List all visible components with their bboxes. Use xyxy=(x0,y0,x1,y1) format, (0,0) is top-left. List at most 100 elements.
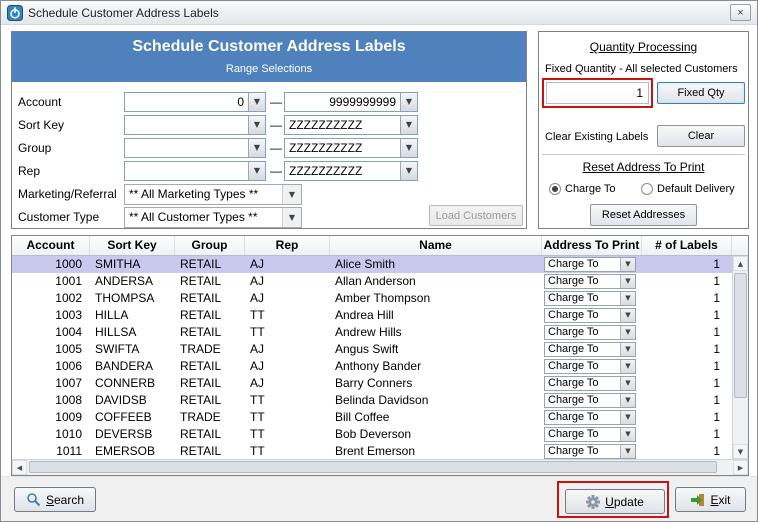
dropdown-arrow-icon[interactable]: ▼ xyxy=(620,292,635,305)
address-to-print-combo[interactable]: Charge To ▼ xyxy=(544,342,636,357)
address-to-print-combo[interactable]: Charge To ▼ xyxy=(544,308,636,323)
range-from-combo[interactable]: ▼ xyxy=(124,161,266,181)
search-button[interactable]: Search xyxy=(14,487,96,512)
address-to-print-combo[interactable]: Charge To ▼ xyxy=(544,376,636,391)
combo-value[interactable]: 0 xyxy=(125,93,248,111)
table-row[interactable]: 1006 BANDERA RETAIL AJ Anthony Bander Charge … xyxy=(12,358,732,375)
customer-type-combo[interactable]: ** All Customer Types ** ▼ xyxy=(124,207,302,228)
dropdown-arrow-icon[interactable]: ▼ xyxy=(248,116,265,134)
range-to-combo[interactable]: ZZZZZZZZZZ ▼ xyxy=(284,161,418,181)
close-button[interactable]: × xyxy=(730,4,751,21)
marketing-combo[interactable]: ** All Marketing Types ** ▼ xyxy=(124,184,302,205)
title-bar[interactable]: Schedule Customer Address Labels × xyxy=(1,1,757,25)
cell-labels: 1 xyxy=(713,410,720,424)
horizontal-scroll-thumb[interactable] xyxy=(29,461,717,473)
fixed-quantity-input[interactable] xyxy=(546,82,649,104)
vertical-scroll-thumb[interactable] xyxy=(734,273,747,398)
dropdown-arrow-icon[interactable]: ▼ xyxy=(620,360,635,373)
table-row[interactable]: 1002 THOMPSA RETAIL AJ Amber Thompson Charge … xyxy=(12,290,732,307)
cell-group: RETAIL xyxy=(180,291,222,305)
address-to-print-combo[interactable]: Charge To ▼ xyxy=(544,325,636,340)
radio-charge-to[interactable] xyxy=(549,183,561,195)
dropdown-arrow-icon[interactable]: ▼ xyxy=(620,326,635,339)
column-header[interactable]: Address To Print xyxy=(542,236,642,255)
address-to-print-combo[interactable]: Charge To ▼ xyxy=(544,427,636,442)
dropdown-arrow-icon[interactable]: ▼ xyxy=(620,309,635,322)
cell-name: Belinda Davidson xyxy=(335,393,429,407)
cell-rep: AJ xyxy=(250,376,265,390)
address-to-print-combo[interactable]: Charge To ▼ xyxy=(544,257,636,272)
dropdown-arrow-icon[interactable]: ▼ xyxy=(620,275,635,288)
update-button[interactable]: Update xyxy=(565,489,665,514)
combo-value[interactable]: ZZZZZZZZZZ xyxy=(285,116,400,134)
address-to-print-combo[interactable]: Charge To ▼ xyxy=(544,444,636,459)
table-row[interactable]: 1011 EMERSOB RETAIL TT Brent Emerson Charge T… xyxy=(12,443,732,459)
scroll-down-icon[interactable]: ▼ xyxy=(733,444,748,459)
table-row[interactable]: 1009 COFFEEB TRADE TT Bill Coffee Charge To ▼ 1 xyxy=(12,409,732,426)
range-from-combo[interactable]: 0 ▼ xyxy=(124,92,266,112)
dropdown-arrow-icon[interactable]: ▼ xyxy=(282,185,301,204)
dropdown-arrow-icon[interactable]: ▼ xyxy=(620,428,635,441)
table-row[interactable]: 1000 SMITHA RETAIL AJ Alice Smith Charge To ▼ 1 xyxy=(12,256,732,273)
column-header[interactable]: Rep xyxy=(245,236,330,255)
clear-button[interactable]: Clear xyxy=(657,125,745,147)
combo-value[interactable]: ZZZZZZZZZZ xyxy=(285,139,400,157)
dropdown-arrow-icon[interactable]: ▼ xyxy=(620,343,635,356)
combo-value[interactable]: 9999999999 xyxy=(285,93,400,111)
dropdown-arrow-icon[interactable]: ▼ xyxy=(620,394,635,407)
combo-value[interactable] xyxy=(125,139,248,157)
column-header[interactable]: Sort Key xyxy=(90,236,175,255)
table-row[interactable]: 1005 SWIFTA TRADE AJ Angus Swift Charge To ▼ 1 xyxy=(12,341,732,358)
exit-button[interactable]: Exit xyxy=(675,487,746,512)
table-row[interactable]: 1010 DEVERSB RETAIL TT Bob Deverson Charge To… xyxy=(12,426,732,443)
range-to-combo[interactable]: ZZZZZZZZZZ ▼ xyxy=(284,115,418,135)
dropdown-arrow-icon[interactable]: ▼ xyxy=(400,116,417,134)
scroll-up-icon[interactable]: ▲ xyxy=(733,256,748,271)
range-to-combo[interactable]: ZZZZZZZZZZ ▼ xyxy=(284,138,418,158)
search-icon xyxy=(26,492,41,507)
combo-value[interactable]: ** All Customer Types ** xyxy=(125,208,282,227)
range-from-combo[interactable]: ▼ xyxy=(124,115,266,135)
combo-value[interactable] xyxy=(125,116,248,134)
column-header[interactable]: Group xyxy=(175,236,245,255)
range-to-combo[interactable]: 9999999999 ▼ xyxy=(284,92,418,112)
dropdown-arrow-icon[interactable]: ▼ xyxy=(620,445,635,458)
dropdown-arrow-icon[interactable]: ▼ xyxy=(620,377,635,390)
dropdown-arrow-icon[interactable]: ▼ xyxy=(620,411,635,424)
horizontal-scrollbar[interactable]: ◀ ▶ xyxy=(12,459,748,475)
table-row[interactable]: 1004 HILLSA RETAIL TT Andrew Hills Charge To ▼… xyxy=(12,324,732,341)
vertical-scrollbar[interactable]: ▲ ▼ xyxy=(732,256,748,459)
address-to-print-combo[interactable]: Charge To ▼ xyxy=(544,291,636,306)
table-row[interactable]: 1001 ANDERSA RETAIL AJ Allan Anderson Charge … xyxy=(12,273,732,290)
scroll-right-icon[interactable]: ▶ xyxy=(733,460,748,475)
range-from-combo[interactable]: ▼ xyxy=(124,138,266,158)
table-row[interactable]: 1007 CONNERB RETAIL AJ Barry Conners Charge T… xyxy=(12,375,732,392)
column-header[interactable]: Account xyxy=(12,236,90,255)
combo-value[interactable] xyxy=(125,162,248,180)
table-row[interactable]: 1003 HILLA RETAIL TT Andrea Hill Charge To ▼ 1 xyxy=(12,307,732,324)
load-customers-button[interactable]: Load Customers xyxy=(429,205,523,226)
cell-name: Anthony Bander xyxy=(335,359,422,373)
dropdown-arrow-icon[interactable]: ▼ xyxy=(400,93,417,111)
combo-value[interactable]: ** All Marketing Types ** xyxy=(125,185,282,204)
dropdown-arrow-icon[interactable]: ▼ xyxy=(400,162,417,180)
column-header[interactable]: # of Labels xyxy=(642,236,732,255)
dropdown-arrow-icon[interactable]: ▼ xyxy=(248,93,265,111)
address-to-print-combo[interactable]: Charge To ▼ xyxy=(544,274,636,289)
scroll-left-icon[interactable]: ◀ xyxy=(12,460,27,475)
dropdown-arrow-icon[interactable]: ▼ xyxy=(248,139,265,157)
column-header[interactable]: Name xyxy=(330,236,542,255)
address-to-print-combo[interactable]: Charge To ▼ xyxy=(544,393,636,408)
reset-addresses-button[interactable]: Reset Addresses xyxy=(590,204,697,226)
dropdown-arrow-icon[interactable]: ▼ xyxy=(620,258,635,271)
dropdown-arrow-icon[interactable]: ▼ xyxy=(248,162,265,180)
table-row[interactable]: 1008 DAVIDSB RETAIL TT Belinda Davidson Charg… xyxy=(12,392,732,409)
cell-account: 1010 xyxy=(55,427,82,441)
radio-default-delivery[interactable] xyxy=(641,183,653,195)
dropdown-arrow-icon[interactable]: ▼ xyxy=(400,139,417,157)
address-to-print-combo[interactable]: Charge To ▼ xyxy=(544,410,636,425)
combo-value[interactable]: ZZZZZZZZZZ xyxy=(285,162,400,180)
address-to-print-combo[interactable]: Charge To ▼ xyxy=(544,359,636,374)
dropdown-arrow-icon[interactable]: ▼ xyxy=(282,208,301,227)
fixed-qty-button[interactable]: Fixed Qty xyxy=(657,82,745,104)
